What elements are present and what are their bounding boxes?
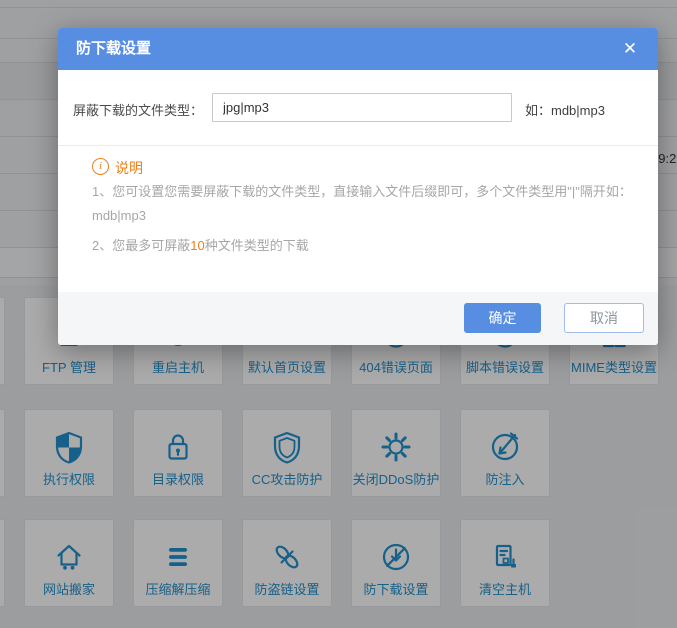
info-icon: i bbox=[92, 158, 109, 175]
dialog-title: 防下载设置 bbox=[76, 28, 151, 70]
note-line-3: 2、您最多可屏蔽10种文件类型的下载 bbox=[92, 235, 309, 254]
note-line-1: 1、您可设置您需要屏蔽下载的文件类型，直接输入文件后缀即可，多个文件类型用"|"… bbox=[92, 181, 632, 200]
note-title: 说明 bbox=[115, 158, 143, 178]
cancel-button[interactable]: 取消 bbox=[564, 303, 644, 333]
close-icon[interactable]: ✕ bbox=[616, 28, 644, 70]
file-type-input[interactable] bbox=[212, 93, 512, 122]
dialog-footer: 确定 取消 bbox=[58, 292, 658, 345]
screen: 09:2 FTP 管理 重启主机 bbox=[0, 0, 677, 628]
note-line-2: mdb|mp3 bbox=[92, 208, 146, 223]
ok-button[interactable]: 确定 bbox=[464, 303, 541, 333]
dialog-header: 防下载设置 ✕ bbox=[58, 28, 658, 70]
anti-download-settings-dialog: 防下载设置 ✕ 屏蔽下载的文件类型： 如：mdb|mp3 i 说明 1、您可设置… bbox=[58, 28, 658, 345]
file-type-hint: 如：mdb|mp3 bbox=[525, 100, 605, 119]
max-count-highlight: 10 bbox=[190, 238, 204, 253]
file-type-label: 屏蔽下载的文件类型： bbox=[73, 100, 203, 119]
dialog-divider bbox=[58, 145, 658, 146]
